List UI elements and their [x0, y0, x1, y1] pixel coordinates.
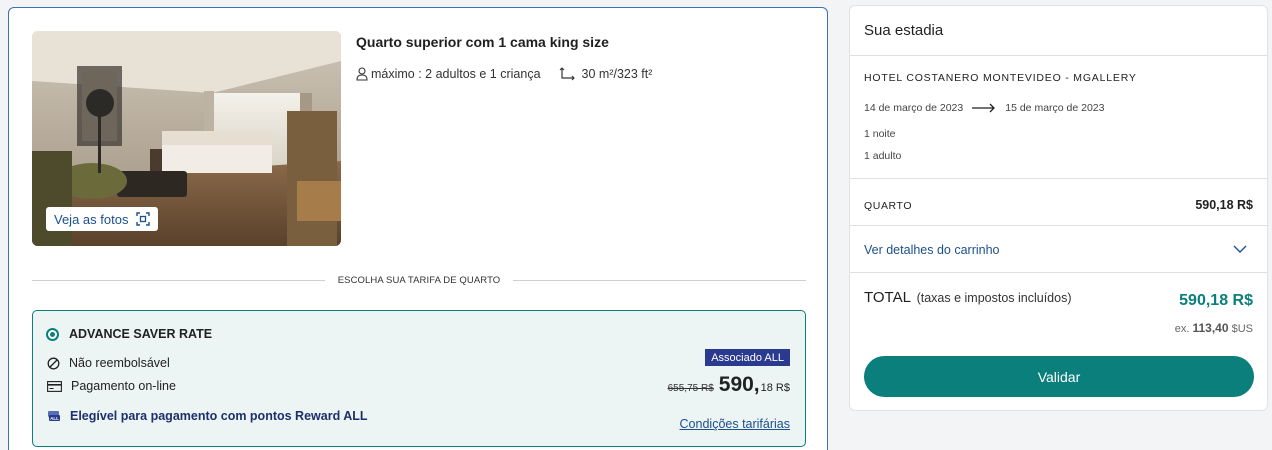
reward-points-icon: ALL: [48, 411, 60, 421]
rate-conditions-link[interactable]: Condições tarifárias: [680, 417, 790, 431]
guests-count: 1 adulto: [864, 150, 902, 162]
usd-equivalent: ex. 113,40 $US: [1175, 321, 1253, 335]
stay-summary-card: Sua estadia HOTEL COSTANERO MONTEVIDEO -…: [849, 5, 1268, 411]
hotel-name: HOTEL COSTANERO MONTEVIDEO - MGALLERY: [864, 72, 1137, 84]
room-area-icon: [559, 67, 575, 81]
check-out-date: 15 de março de 2023: [1005, 102, 1105, 114]
check-in-date: 14 de março de 2023: [864, 102, 964, 114]
area-info: 30 m²/323 ft²: [559, 67, 653, 81]
cart-details-toggle[interactable]: Ver detalhes do carrinho: [864, 243, 1000, 257]
room-meta: máximo : 2 adultos e 1 criança 30 m²/323…: [356, 67, 652, 81]
area-text: 30 m²/323 ft²: [581, 67, 653, 81]
validate-button[interactable]: Validar: [864, 356, 1254, 397]
room-line-price: 590,18 R$: [1195, 198, 1253, 212]
divider: [850, 272, 1267, 273]
new-price-integer: 590,: [718, 373, 760, 396]
capacity-text: máximo : 2 adultos e 1 criança: [371, 67, 541, 81]
reward-eligibility: ALL Elegível para pagamento com pontos R…: [47, 409, 368, 423]
person-icon: [356, 67, 368, 81]
rate-option-advance-saver[interactable]: ADVANCE SAVER RATE Não reembolsável Paga…: [32, 310, 806, 447]
chevron-down-icon[interactable]: [1233, 244, 1247, 254]
new-price-decimals: 18 R$: [760, 382, 790, 394]
room-title: Quarto superior com 1 cama king size: [356, 34, 609, 50]
room-line-label: QUARTO: [864, 200, 913, 212]
stay-title: Sua estadia: [864, 22, 944, 39]
gallery-icon: [136, 212, 151, 226]
rate-radio-selected[interactable]: [46, 328, 59, 341]
old-price: 655,75 R$: [667, 383, 714, 394]
total-title: TOTAL: [864, 289, 911, 306]
divider: [850, 178, 1267, 179]
refund-text: Não reembolsável: [69, 356, 170, 370]
total-label: TOTAL (taxas e impostos incluídos): [864, 289, 1072, 306]
usd-currency: $US: [1231, 323, 1253, 335]
total-price: 590,18 R$: [1179, 292, 1253, 309]
capacity-info: máximo : 2 adultos e 1 criança: [356, 67, 541, 81]
usd-value: 113,40: [1192, 321, 1229, 335]
rate-section-heading: ESCOLHA SUA TARIFA DE QUARTO: [337, 274, 501, 286]
usd-prefix: ex.: [1174, 323, 1190, 335]
reward-text: Elegível para pagamento com pontos Rewar…: [70, 409, 368, 423]
view-photos-label: Veja as fotos: [54, 211, 129, 227]
member-badge: Associado ALL: [705, 349, 790, 366]
no-refund-icon: [47, 357, 60, 369]
rate-section-divider: ESCOLHA SUA TARIFA DE QUARTO: [32, 274, 806, 286]
room-card: Veja as fotos Quarto superior com 1 cama…: [8, 7, 828, 450]
view-photos-button[interactable]: Veja as fotos: [46, 207, 159, 231]
rate-price: 655,75 R$ 590, 18 R$: [668, 373, 790, 397]
refund-policy: Não reembolsável: [47, 356, 170, 370]
stay-dates: 14 de março de 2023 15 de março de 2023: [864, 102, 1105, 114]
nights-count: 1 noite: [864, 128, 896, 140]
svg-text:ALL: ALL: [50, 416, 59, 421]
credit-card-icon: [47, 380, 62, 392]
divider: [850, 225, 1267, 226]
divider: [850, 55, 1267, 56]
payment-text: Pagamento on-line: [71, 379, 176, 393]
total-note: (taxas e impostos incluídos): [916, 291, 1072, 305]
payment-method: Pagamento on-line: [47, 379, 176, 393]
arrow-right-icon: [972, 103, 996, 113]
rate-name: ADVANCE SAVER RATE: [69, 327, 213, 341]
room-photo[interactable]: Veja as fotos: [32, 31, 341, 246]
